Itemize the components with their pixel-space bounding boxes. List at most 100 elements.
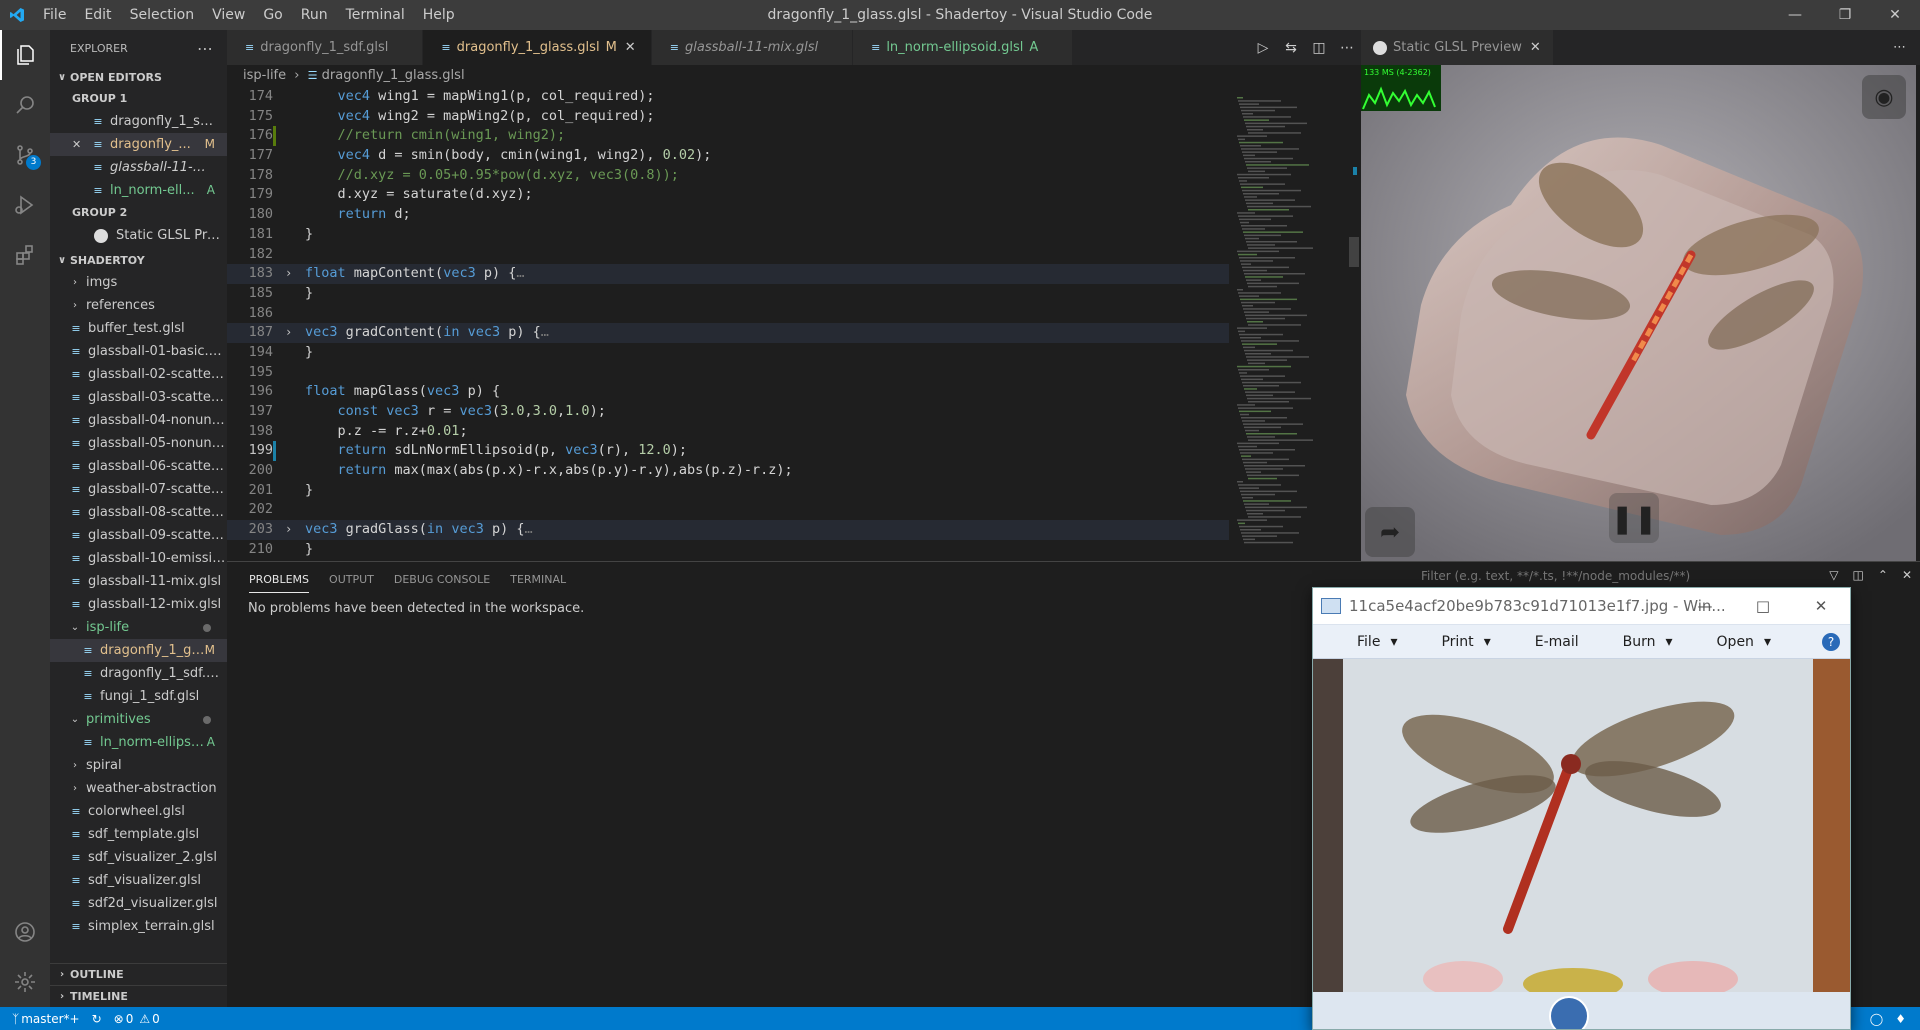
code-line[interactable]: 180 return d;: [227, 205, 1229, 225]
error-count[interactable]: 0: [126, 1012, 134, 1026]
breadcrumb-file[interactable]: dragonfly_1_glass.glsl: [322, 68, 465, 83]
open-editor-item[interactable]: Static GLSL Previ...: [50, 224, 227, 247]
code-line[interactable]: 195: [227, 363, 1229, 383]
photo-menu-file[interactable]: File ▾: [1335, 634, 1397, 650]
tree-item[interactable]: ≡ glassball-08-scatter....: [50, 501, 227, 524]
panel-tab-terminal[interactable]: TERMINAL: [510, 567, 566, 592]
source-control-icon[interactable]: 3: [0, 130, 50, 180]
fold-chevron-icon[interactable]: ›: [285, 520, 292, 540]
minimize-icon[interactable]: —: [1770, 0, 1820, 30]
share-icon[interactable]: ➦: [1365, 507, 1415, 557]
editor-tab[interactable]: ≡ glassball-11-mix.glsl: [651, 30, 854, 65]
menu-view[interactable]: View: [203, 0, 254, 30]
pause-icon[interactable]: ❚❚: [1609, 493, 1659, 543]
menu-go[interactable]: Go: [254, 0, 291, 30]
tree-item[interactable]: ≡ glassball-04-nonunif...: [50, 409, 227, 432]
panel-tab-output[interactable]: OUTPUT: [329, 567, 374, 592]
bell-icon[interactable]: ♦: [1895, 1012, 1906, 1026]
code-line[interactable]: 210}: [227, 540, 1229, 560]
settings-gear-icon[interactable]: [0, 957, 50, 1007]
run-debug-icon[interactable]: [0, 180, 50, 230]
code-line[interactable]: 200 return max(max(abs(p.x)-r.x,abs(p.y)…: [227, 461, 1229, 481]
code-line[interactable]: 178 //d.xyz = 0.05+0.95*pow(d.xyz, vec3(…: [227, 166, 1229, 186]
code-line[interactable]: 181}: [227, 225, 1229, 245]
minimize-icon[interactable]: —: [1676, 588, 1734, 624]
chevron-up-icon[interactable]: ⌃: [1878, 568, 1888, 582]
maximize-icon[interactable]: □: [1734, 588, 1792, 624]
tree-item[interactable]: ≡ sdf_visualizer_2.glsl: [50, 846, 227, 869]
close-icon[interactable]: ✕: [72, 133, 90, 156]
open-editor-item[interactable]: ≡ dragonfly_1_sdf....: [50, 110, 227, 133]
editor-tab[interactable]: ≡ ln_norm-ellipsoid.glsl A: [853, 30, 1074, 65]
code-line[interactable]: 177 vec4 d = smin(body, cmin(wing1, wing…: [227, 146, 1229, 166]
timeline-section[interactable]: › TIMELINE: [50, 985, 227, 1007]
split-editor-icon[interactable]: ◫: [1305, 40, 1333, 56]
editor-scrollbar[interactable]: [1347, 87, 1361, 561]
code-line[interactable]: 182: [227, 245, 1229, 265]
search-icon[interactable]: [0, 80, 50, 130]
code-line[interactable]: 186: [227, 304, 1229, 324]
tree-item[interactable]: ≡ glassball-12-mix.glsl: [50, 593, 227, 616]
code-line[interactable]: 187 › vec3 gradContent(in vec3 p) {…: [227, 323, 1229, 343]
fold-chevron-icon[interactable]: ›: [285, 323, 292, 343]
open-editor-item[interactable]: ✕ ≡ dragonfly_... M: [50, 133, 227, 156]
code-line[interactable]: 185}: [227, 284, 1229, 304]
close-icon[interactable]: ✕: [1792, 588, 1850, 624]
warning-count[interactable]: 0: [152, 1012, 160, 1026]
tree-item[interactable]: ≡ dragonfly_1_gl... M: [50, 639, 227, 662]
code-editor[interactable]: 174 vec4 wing1 = mapWing1(p, col_require…: [227, 87, 1229, 561]
tree-item[interactable]: ≡ glassball-06-scatter_...: [50, 455, 227, 478]
remote-icon[interactable]: ◯: [1870, 1012, 1883, 1026]
photo-menu-print[interactable]: Print ▾: [1419, 634, 1490, 650]
more-icon[interactable]: ⋯: [1893, 40, 1906, 55]
tree-item[interactable]: ≡ fungi_1_sdf.glsl: [50, 685, 227, 708]
code-line[interactable]: 179 d.xyz = saturate(d.xyz);: [227, 185, 1229, 205]
code-line[interactable]: 174 vec4 wing1 = mapWing1(p, col_require…: [227, 87, 1229, 107]
tree-item[interactable]: ≡ glassball-11-mix.glsl: [50, 570, 227, 593]
tree-item[interactable]: ≡ colorwheel.glsl: [50, 800, 227, 823]
code-line[interactable]: 176 //return cmin(wing1, wing2);: [227, 126, 1229, 147]
code-line[interactable]: 202: [227, 500, 1229, 520]
close-icon[interactable]: ✕: [1530, 40, 1541, 55]
panel-tab-problems[interactable]: PROBLEMS: [249, 567, 310, 593]
tree-item[interactable]: ≡ ln_norm-ellipso... A: [50, 731, 227, 754]
tree-item[interactable]: ≡ glassball-01-basic.glsl: [50, 340, 227, 363]
camera-icon[interactable]: ◉: [1862, 75, 1906, 119]
tree-item[interactable]: ≡ glassball-10-emissio...: [50, 547, 227, 570]
sync-icon[interactable]: ↻: [92, 1012, 102, 1026]
menu-terminal[interactable]: Terminal: [337, 0, 414, 30]
code-line[interactable]: 183 › float mapContent(vec3 p) {…: [227, 264, 1229, 284]
shader-render-canvas[interactable]: 133 MS (4-2362) ◉ ➦ ❚❚: [1361, 65, 1916, 561]
code-line[interactable]: 194}: [227, 343, 1229, 363]
help-icon[interactable]: ?: [1822, 632, 1840, 651]
extensions-icon[interactable]: [0, 230, 50, 280]
tree-item[interactable]: ≡ glassball-05-nonunif...: [50, 432, 227, 455]
open-editors-section[interactable]: ∨ OPEN EDITORS: [50, 66, 227, 88]
tree-item[interactable]: ≡ sdf_visualizer.glsl: [50, 869, 227, 892]
tree-item[interactable]: ⌄ isp-life: [50, 616, 227, 639]
panel-tab-debug-console[interactable]: DEBUG CONSOLE: [394, 567, 490, 592]
tree-item[interactable]: ≡ sdf2d_visualizer.glsl: [50, 892, 227, 915]
photo-menu-open[interactable]: Open ▾: [1695, 634, 1771, 650]
tree-item[interactable]: ⌄ primitives: [50, 708, 227, 731]
explorer-icon[interactable]: [0, 30, 50, 80]
collapse-all-icon[interactable]: ◫: [1853, 568, 1864, 582]
editor-tab[interactable]: ≡ dragonfly_1_sdf.glsl: [227, 30, 424, 65]
open-editor-item[interactable]: ≡ ln_norm-ell... A: [50, 179, 227, 202]
tree-item[interactable]: › imgs: [50, 271, 227, 294]
git-branch[interactable]: master*+: [21, 1012, 79, 1026]
tree-item[interactable]: › weather-abstraction: [50, 777, 227, 800]
minimap[interactable]: [1229, 87, 1347, 561]
tree-item[interactable]: ≡ dragonfly_1_sdf.glsl: [50, 662, 227, 685]
tree-item[interactable]: ≡ glassball-02-scatter....: [50, 363, 227, 386]
tab-static-glsl-preview[interactable]: Static GLSL Preview ✕: [1361, 30, 1553, 65]
shadertoy-section[interactable]: ∨ SHADERTOY: [50, 249, 227, 271]
code-line[interactable]: 201}: [227, 481, 1229, 501]
code-line[interactable]: 175 vec4 wing2 = mapWing2(p, col_require…: [227, 107, 1229, 127]
run-icon[interactable]: ▷: [1249, 40, 1277, 56]
code-line[interactable]: 197 const vec3 r = vec3(3.0,3.0,1.0);: [227, 402, 1229, 422]
tree-item[interactable]: ≡ glassball-09-scatter....: [50, 524, 227, 547]
more-actions-icon[interactable]: ⋯: [197, 39, 213, 58]
menu-file[interactable]: File: [34, 0, 75, 30]
account-icon[interactable]: [0, 907, 50, 957]
